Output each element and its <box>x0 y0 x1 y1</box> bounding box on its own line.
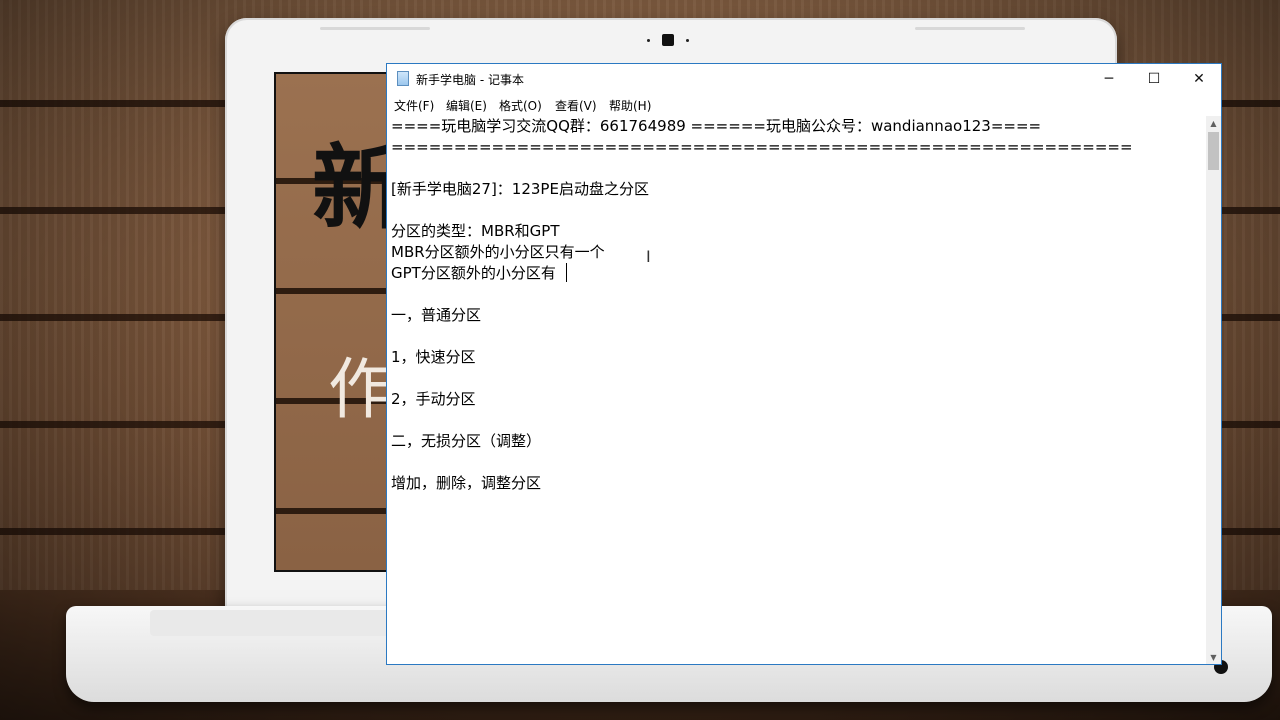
scroll-up-icon[interactable]: ▲ <box>1206 116 1221 130</box>
notepad-window: 新手学电脑 - 记事本 ─ ☐ ✕ 文件(F) 编辑(E) 格式(O) 查看(V… <box>386 63 1222 665</box>
text-line: 2，手动分区 <box>391 390 476 408</box>
scroll-down-icon[interactable]: ▼ <box>1206 650 1221 664</box>
text-line: ========================================… <box>391 138 1133 156</box>
text-line: 二，无损分区（调整） <box>391 432 542 450</box>
minimize-button[interactable]: ─ <box>1086 64 1132 94</box>
menu-format[interactable]: 格式(O) <box>499 97 542 114</box>
window-title: 新手学电脑 - 记事本 <box>416 73 524 87</box>
text-line: 一，普通分区 <box>391 306 482 324</box>
text-caret <box>566 263 567 282</box>
menu-edit[interactable]: 编辑(E) <box>446 97 487 114</box>
lid-slot <box>915 27 1025 30</box>
text-line: GPT分区额外的小分区有 <box>391 264 556 282</box>
menu-bar: 文件(F) 编辑(E) 格式(O) 查看(V) 帮助(H) <box>387 94 1221 114</box>
scroll-thumb[interactable] <box>1208 132 1219 170</box>
maximize-button[interactable]: ☐ <box>1131 64 1177 94</box>
lid-slot <box>320 27 430 30</box>
menu-file[interactable]: 文件(F) <box>394 97 434 114</box>
text-line: [新手学电脑27]：123PE启动盘之分区 <box>391 180 649 198</box>
ibeam-cursor-icon: I <box>646 247 651 266</box>
vertical-scrollbar[interactable]: ▲ ▼ <box>1206 116 1221 664</box>
camera-dot <box>647 39 650 42</box>
menu-help[interactable]: 帮助(H) <box>609 97 651 114</box>
title-bar[interactable]: 新手学电脑 - 记事本 ─ ☐ ✕ <box>387 64 1221 94</box>
notepad-app-icon <box>397 71 409 86</box>
text-line: 1，快速分区 <box>391 348 476 366</box>
text-line: MBR分区额外的小分区只有一个 <box>391 243 605 261</box>
camera-dot <box>686 39 689 42</box>
menu-view[interactable]: 查看(V) <box>555 97 597 114</box>
text-line: 分区的类型：MBR和GPT <box>391 222 560 240</box>
text-editor-area[interactable]: ====玩电脑学习交流QQ群：661764989 ======玩电脑公众号：wa… <box>388 116 1205 664</box>
text-line: 增加，删除，调整分区 <box>391 474 542 492</box>
background-char-zuo: 作 <box>328 351 394 428</box>
text-line: ====玩电脑学习交流QQ群：661764989 ======玩电脑公众号：wa… <box>391 117 1042 135</box>
close-button[interactable]: ✕ <box>1176 64 1222 94</box>
webcam-icon <box>662 34 674 46</box>
